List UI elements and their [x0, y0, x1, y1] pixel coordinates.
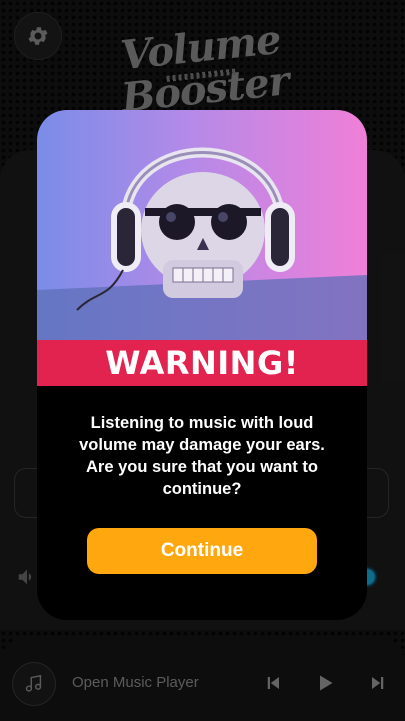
warning-title: WARNING! [105, 344, 299, 382]
warning-banner: WARNING! [37, 340, 367, 386]
warning-dialog: WARNING! Listening to music with loud vo… [37, 110, 367, 620]
continue-button[interactable]: Continue [87, 528, 317, 574]
warning-message: Listening to music with loud volume may … [79, 414, 325, 498]
warning-illustration [37, 110, 367, 340]
